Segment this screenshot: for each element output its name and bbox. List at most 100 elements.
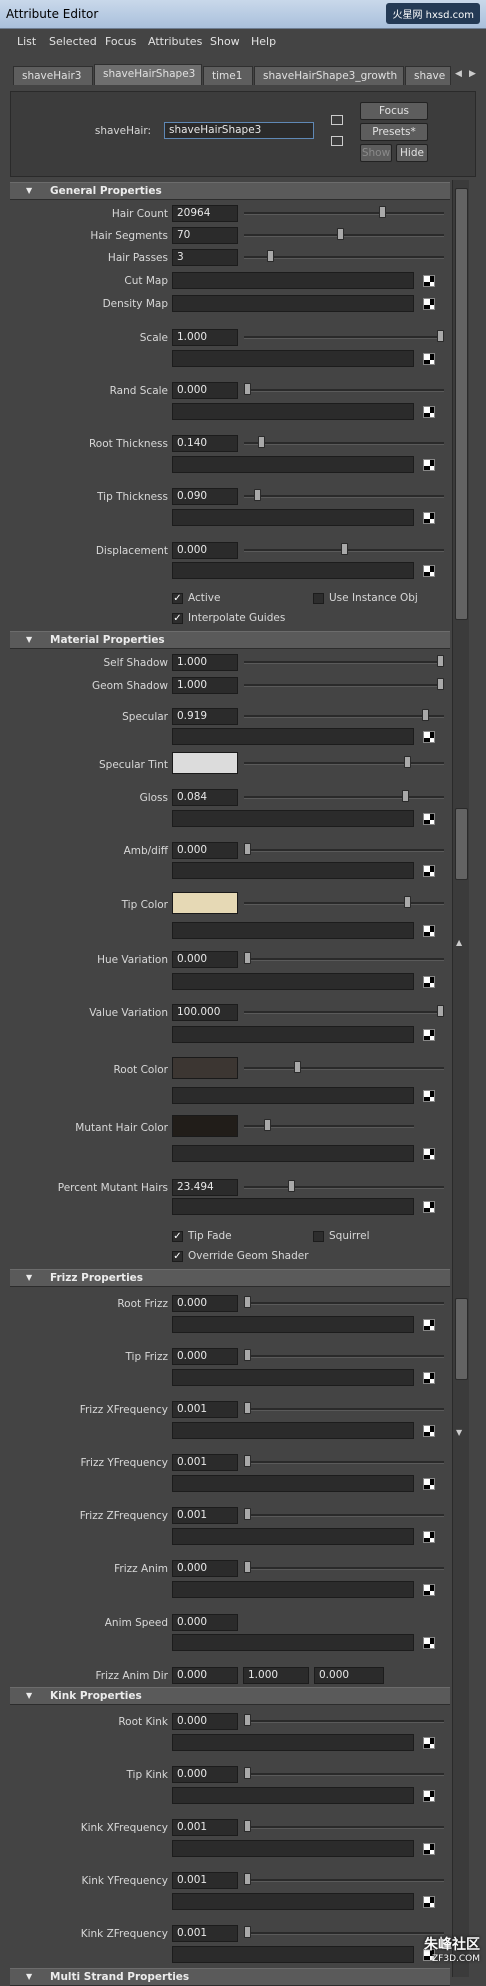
tip-frizz-field[interactable]: 0.000 xyxy=(172,1348,238,1365)
amb-diff-map-checker-icon[interactable] xyxy=(423,865,435,877)
tip-frizz-slider-handle[interactable] xyxy=(244,1349,251,1361)
root-color-slider-handle[interactable] xyxy=(294,1061,302,1073)
percent-mutant-hairs-field[interactable]: 23.494 xyxy=(172,1179,238,1196)
frizz-yfrequency-map-field[interactable] xyxy=(172,1475,414,1492)
frizz-yfrequency-map-checker-icon[interactable] xyxy=(423,1478,435,1490)
mutant-hair-color-map-checker-icon[interactable] xyxy=(423,1148,435,1160)
frizz-anim-slider[interactable] xyxy=(244,1567,444,1570)
frizz-anim-map-field[interactable] xyxy=(172,1581,414,1598)
kink-yfrequency-map-checker-icon[interactable] xyxy=(423,1896,435,1908)
attribute-scrollbar[interactable]: ▲ ▼ xyxy=(452,180,469,1977)
root-thickness-map-checker-icon[interactable] xyxy=(423,459,435,471)
menu-focus[interactable]: Focus xyxy=(105,35,136,48)
kink-xfrequency-map-field[interactable] xyxy=(172,1840,414,1857)
mutant-hair-color-slider-handle[interactable] xyxy=(263,1119,271,1131)
frizz-anim-dir-z-field[interactable]: 0.000 xyxy=(314,1667,384,1684)
tip-kink-field[interactable]: 0.000 xyxy=(172,1766,238,1783)
root-thickness-field[interactable]: 0.140 xyxy=(172,435,238,452)
kink-xfrequency-map-checker-icon[interactable] xyxy=(423,1843,435,1855)
menu-attributes[interactable]: Attributes xyxy=(148,35,202,48)
tab-scroll-left-icon[interactable]: ◀ xyxy=(455,69,462,79)
self-shadow-slider-handle[interactable] xyxy=(437,655,444,667)
squirrel-checkbox[interactable] xyxy=(313,1231,324,1242)
kink-zfrequency-slider[interactable] xyxy=(244,1932,444,1935)
rand-scale-field[interactable]: 0.000 xyxy=(172,382,238,399)
tip-color-map-checker-icon[interactable] xyxy=(423,925,435,937)
specular-slider[interactable] xyxy=(244,715,444,718)
kink-yfrequency-slider-handle[interactable] xyxy=(244,1873,251,1885)
use-instance-obj-checkbox[interactable] xyxy=(313,593,324,604)
kink-yfrequency-slider[interactable] xyxy=(244,1879,444,1882)
displacement-map-checker-icon[interactable] xyxy=(423,565,435,577)
kink-xfrequency-slider[interactable] xyxy=(244,1826,444,1829)
rand-scale-map-checker-icon[interactable] xyxy=(423,406,435,418)
tip-frizz-map-field[interactable] xyxy=(172,1369,414,1386)
frizz-zfrequency-field[interactable]: 0.001 xyxy=(172,1507,238,1524)
specular-tint-swatch[interactable] xyxy=(172,752,238,774)
interpolate-guides-checkbox[interactable]: ✓ xyxy=(172,613,183,624)
self-shadow-field[interactable]: 1.000 xyxy=(172,654,238,671)
amb-diff-field[interactable]: 0.000 xyxy=(172,842,238,859)
cut-map-field[interactable] xyxy=(172,272,414,289)
root-kink-slider[interactable] xyxy=(244,1720,444,1723)
section-multi-strand-properties[interactable]: ▼ Multi Strand Properties xyxy=(10,1968,450,1986)
collapse-arrow-icon[interactable]: ▼ xyxy=(26,1691,32,1700)
menu-selected[interactable]: Selected xyxy=(49,35,97,48)
percent-mutant-hairs-slider-handle[interactable] xyxy=(288,1180,296,1192)
tab-shavehairshape3[interactable]: shaveHairShape3 xyxy=(94,64,202,85)
scroll-down-icon[interactable]: ▼ xyxy=(456,1428,462,1437)
displacement-slider-handle[interactable] xyxy=(340,543,348,555)
root-frizz-map-checker-icon[interactable] xyxy=(423,1319,435,1331)
menu-list[interactable]: List xyxy=(17,35,36,48)
value-variation-map-field[interactable] xyxy=(172,1026,414,1043)
hair-count-slider[interactable] xyxy=(244,212,444,215)
root-kink-field[interactable]: 0.000 xyxy=(172,1713,238,1730)
kink-yfrequency-field[interactable]: 0.001 xyxy=(172,1872,238,1889)
frizz-xfrequency-slider-handle[interactable] xyxy=(244,1402,251,1414)
tip-frizz-slider[interactable] xyxy=(244,1355,444,1358)
scrollbar-thumb-1[interactable] xyxy=(455,188,468,620)
displacement-map-field[interactable] xyxy=(172,562,414,579)
section-frizz-properties[interactable]: ▼ Frizz Properties xyxy=(10,1269,450,1287)
displacement-field[interactable]: 0.000 xyxy=(172,542,238,559)
frizz-xfrequency-map-field[interactable] xyxy=(172,1422,414,1439)
section-material-properties[interactable]: ▼ Material Properties xyxy=(10,631,450,649)
geom-shadow-slider-handle[interactable] xyxy=(437,678,444,690)
tab-shave[interactable]: shave xyxy=(405,66,451,85)
scale-slider[interactable] xyxy=(244,336,444,339)
tip-thickness-slider-handle[interactable] xyxy=(253,489,261,501)
geom-shadow-field[interactable]: 1.000 xyxy=(172,677,238,694)
hair-count-slider-handle[interactable] xyxy=(379,206,387,218)
tip-thickness-field[interactable]: 0.090 xyxy=(172,488,238,505)
tip-color-slider[interactable] xyxy=(244,902,444,905)
frizz-zfrequency-slider-handle[interactable] xyxy=(244,1508,251,1520)
geom-shadow-slider[interactable] xyxy=(244,684,444,687)
tip-kink-slider-handle[interactable] xyxy=(244,1767,251,1779)
hue-variation-map-field[interactable] xyxy=(172,973,414,990)
specular-field[interactable]: 0.919 xyxy=(172,708,238,725)
hue-variation-slider[interactable] xyxy=(244,958,444,961)
percent-mutant-hairs-map-checker-icon[interactable] xyxy=(423,1201,435,1213)
collapse-arrow-icon[interactable]: ▼ xyxy=(26,186,32,195)
value-variation-slider-handle[interactable] xyxy=(437,1005,444,1017)
root-thickness-map-field[interactable] xyxy=(172,456,414,473)
hue-variation-map-checker-icon[interactable] xyxy=(423,976,435,988)
specular-map-field[interactable] xyxy=(172,728,414,745)
root-frizz-slider[interactable] xyxy=(244,1302,444,1305)
frizz-zfrequency-slider[interactable] xyxy=(244,1514,444,1517)
scroll-up-icon[interactable]: ▲ xyxy=(456,938,462,947)
select-input-icon[interactable] xyxy=(331,115,343,125)
hue-variation-field[interactable]: 0.000 xyxy=(172,951,238,968)
root-frizz-slider-handle[interactable] xyxy=(244,1296,251,1308)
root-color-map-field[interactable] xyxy=(172,1087,414,1104)
root-kink-slider-handle[interactable] xyxy=(244,1714,251,1726)
frizz-xfrequency-field[interactable]: 0.001 xyxy=(172,1401,238,1418)
gloss-map-checker-icon[interactable] xyxy=(423,813,435,825)
hair-segments-slider[interactable] xyxy=(244,234,444,237)
section-general-properties[interactable]: ▼ General Properties xyxy=(10,182,450,200)
tip-kink-map-checker-icon[interactable] xyxy=(423,1790,435,1802)
frizz-xfrequency-map-checker-icon[interactable] xyxy=(423,1425,435,1437)
scale-field[interactable]: 1.000 xyxy=(172,329,238,346)
menu-help[interactable]: Help xyxy=(251,35,276,48)
percent-mutant-hairs-slider[interactable] xyxy=(244,1186,444,1189)
